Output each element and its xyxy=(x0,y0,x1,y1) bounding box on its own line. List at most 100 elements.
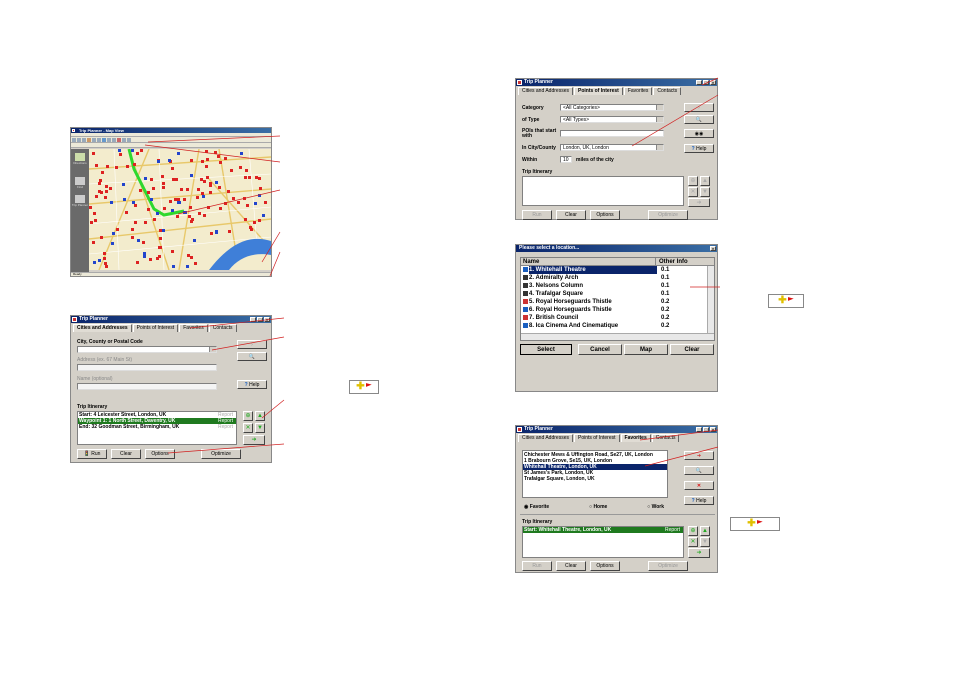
poi-marker[interactable] xyxy=(98,181,102,185)
poi-marker[interactable] xyxy=(171,167,175,171)
poi-marker[interactable] xyxy=(171,178,175,182)
poi-marker[interactable] xyxy=(141,241,145,245)
trip-planner-icon[interactable] xyxy=(75,195,85,203)
poi-marker[interactable] xyxy=(103,257,107,261)
poi-marker[interactable] xyxy=(103,262,107,266)
radio-work[interactable]: ○ Work xyxy=(647,504,664,510)
poi-marker[interactable] xyxy=(104,196,108,200)
poi-marker[interactable] xyxy=(157,254,161,258)
close-button[interactable]: × xyxy=(710,427,716,432)
move-up-button[interactable]: ▲ xyxy=(255,411,265,421)
select-button[interactable]: Select xyxy=(520,344,572,355)
city-combo[interactable]: London, UK, London xyxy=(560,144,664,151)
poi-marker[interactable] xyxy=(250,228,254,232)
poi-marker[interactable] xyxy=(105,164,109,168)
col-name-header[interactable]: Name xyxy=(521,258,656,265)
poi-marker[interactable] xyxy=(116,228,120,232)
poi-marker[interactable] xyxy=(104,264,108,268)
map-tabstrip[interactable] xyxy=(71,143,271,148)
maximize-button[interactable]: □ xyxy=(257,317,263,322)
poi-marker[interactable] xyxy=(104,184,108,188)
poi-marker[interactable] xyxy=(156,212,160,216)
location-row[interactable]: 4. Trafalgar Square 0.1 xyxy=(521,290,714,298)
poi-marker[interactable] xyxy=(130,227,134,231)
poi-marker[interactable] xyxy=(89,205,93,209)
poi-marker[interactable] xyxy=(243,175,247,179)
poi-marker[interactable] xyxy=(162,185,166,189)
find-icon[interactable] xyxy=(75,177,85,185)
optimize-button[interactable]: Optimize xyxy=(201,449,241,459)
poi-marker[interactable] xyxy=(110,200,114,204)
move-down-button[interactable]: ▼ xyxy=(700,537,710,547)
poi-marker[interactable] xyxy=(99,179,103,183)
zoom-stop-button[interactable]: ⊕ xyxy=(688,176,698,186)
poi-marker[interactable] xyxy=(94,163,98,167)
poi-marker[interactable] xyxy=(190,174,194,178)
poi-marker[interactable] xyxy=(112,231,116,235)
options-button[interactable]: Options xyxy=(590,210,620,220)
poi-marker[interactable] xyxy=(219,206,223,210)
type-combo[interactable]: <All Types> xyxy=(560,116,664,123)
help-button[interactable]: ? Help xyxy=(237,380,267,389)
poi-marker[interactable] xyxy=(94,219,98,223)
help-button[interactable]: ? Help xyxy=(684,144,714,153)
poi-marker[interactable] xyxy=(231,197,235,201)
poi-marker[interactable] xyxy=(206,176,210,180)
poi-marker[interactable] xyxy=(208,190,212,194)
poi-marker[interactable] xyxy=(236,200,240,204)
vertical-scrollbar[interactable] xyxy=(707,266,714,334)
reverse-route-button[interactable]: ➜ xyxy=(688,548,710,558)
delete-stop-button[interactable]: ✕ xyxy=(243,423,253,433)
poi-marker[interactable] xyxy=(132,200,136,204)
poi-marker[interactable] xyxy=(99,235,103,239)
poi-marker[interactable] xyxy=(223,201,227,205)
poi-marker[interactable] xyxy=(240,152,244,156)
favorites-list[interactable]: Chichester Mews & Uffington Road, Se27, … xyxy=(522,450,668,498)
poi-marker[interactable] xyxy=(188,206,192,209)
poi-marker[interactable] xyxy=(183,198,186,202)
poi-marker[interactable] xyxy=(131,235,135,239)
poi-marker[interactable] xyxy=(162,207,166,211)
close-button[interactable]: × xyxy=(264,317,270,322)
poi-marker[interactable] xyxy=(149,257,153,261)
city-combo[interactable] xyxy=(77,346,217,353)
add-favorite-button[interactable]: ➜ xyxy=(684,451,714,460)
location-row[interactable]: 5. Royal Horseguards Thistle 0.2 xyxy=(521,298,714,306)
clear-button[interactable]: Clear xyxy=(670,344,714,355)
location-row[interactable]: 2. Admiralty Arch 0.1 xyxy=(521,274,714,282)
poi-marker[interactable] xyxy=(257,218,261,222)
poi-marker[interactable] xyxy=(202,213,206,217)
poi-marker[interactable] xyxy=(246,204,250,208)
poi-marker[interactable] xyxy=(121,183,125,187)
poi-marker[interactable] xyxy=(170,209,174,213)
run-button[interactable]: 🚦 Run xyxy=(77,449,107,459)
location-row[interactable]: 6. Royal Horseguards Thistle 0.2 xyxy=(521,306,714,314)
poi-marker[interactable] xyxy=(205,149,209,153)
poi-marker[interactable] xyxy=(104,190,108,194)
location-row[interactable]: 7. British Council 0.2 xyxy=(521,314,714,322)
itinerary-list[interactable]: Start: 4 Leicester Street, London, UK Rep… xyxy=(77,411,237,445)
go-button[interactable]: › xyxy=(684,103,714,112)
binoculars-button[interactable]: ◉◉ xyxy=(684,129,714,138)
poi-marker[interactable] xyxy=(186,264,190,268)
radio-favorite[interactable]: ◉ Favorite xyxy=(524,504,549,510)
poi-marker[interactable] xyxy=(244,217,248,221)
optimize-button[interactable]: Optimize xyxy=(648,210,688,220)
find-button[interactable]: 🔍 xyxy=(684,466,714,475)
poi-marker[interactable] xyxy=(197,188,201,192)
tab-cities[interactable]: Cities and Addresses xyxy=(518,87,573,95)
directions-icon[interactable] xyxy=(75,153,85,161)
tab-favorites[interactable]: Favorites xyxy=(620,434,651,442)
poi-marker[interactable] xyxy=(131,149,135,153)
poi-marker[interactable] xyxy=(175,178,179,182)
poi-marker[interactable] xyxy=(111,241,115,245)
poi-marker[interactable] xyxy=(257,193,261,197)
poi-marker[interactable] xyxy=(186,187,190,191)
poi-marker[interactable] xyxy=(170,250,174,254)
poi-marker[interactable] xyxy=(199,178,203,182)
location-row[interactable]: 1. Whitehall Theatre 0.1 xyxy=(521,266,714,274)
poi-marker[interactable] xyxy=(190,255,194,259)
col-info-header[interactable]: Other Info xyxy=(656,258,688,265)
poi-marker[interactable] xyxy=(167,159,171,163)
reverse-route-button[interactable]: ➜ xyxy=(243,435,265,445)
